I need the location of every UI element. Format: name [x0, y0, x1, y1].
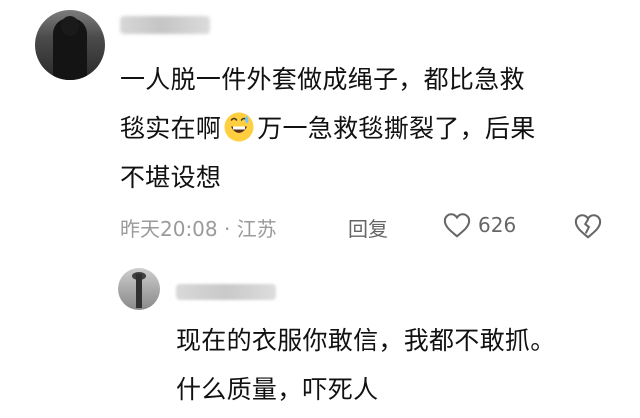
- heart-icon[interactable]: [442, 211, 472, 239]
- broken-heart-icon[interactable]: [573, 212, 603, 240]
- grinning-sweat-icon: [224, 112, 254, 142]
- comment-meta-row: 昨天20:08 · 江苏 回复 626: [120, 211, 620, 241]
- reply-button[interactable]: 回复: [348, 213, 388, 242]
- blurred-reply-username: [176, 284, 276, 300]
- comment-line-2-prefix: 毯实在啊: [120, 114, 222, 143]
- comment-line-3: 不堪设想: [120, 163, 222, 192]
- comment-text: 一人脱一件外套做成绳子，都比急救 毯实在啊 万一急救毯撕裂了，后果 不堪设想: [120, 55, 620, 202]
- like-control[interactable]: 626: [442, 211, 516, 239]
- blurred-username: [120, 16, 210, 34]
- reply-text: 现在的衣服你敢信，我都不敢抓。 什么质量，吓死人: [176, 315, 626, 413]
- comment-line-2: 毯实在啊 万一急救毯撕裂了，后果: [120, 104, 620, 153]
- reply-line-1: 现在的衣服你敢信，我都不敢抓。: [176, 326, 556, 355]
- like-count: 626: [478, 213, 517, 237]
- comment-line-2-suffix: 万一急救毯撕裂了，后果: [257, 114, 536, 143]
- comment-line-1: 一人脱一件外套做成绳子，都比急救: [120, 65, 525, 94]
- reply-avatar[interactable]: [118, 268, 160, 310]
- comment-avatar[interactable]: [35, 10, 105, 80]
- comment-date-location: 昨天20:08 · 江苏: [120, 217, 277, 241]
- reply-line-2: 什么质量，吓死人: [176, 375, 379, 404]
